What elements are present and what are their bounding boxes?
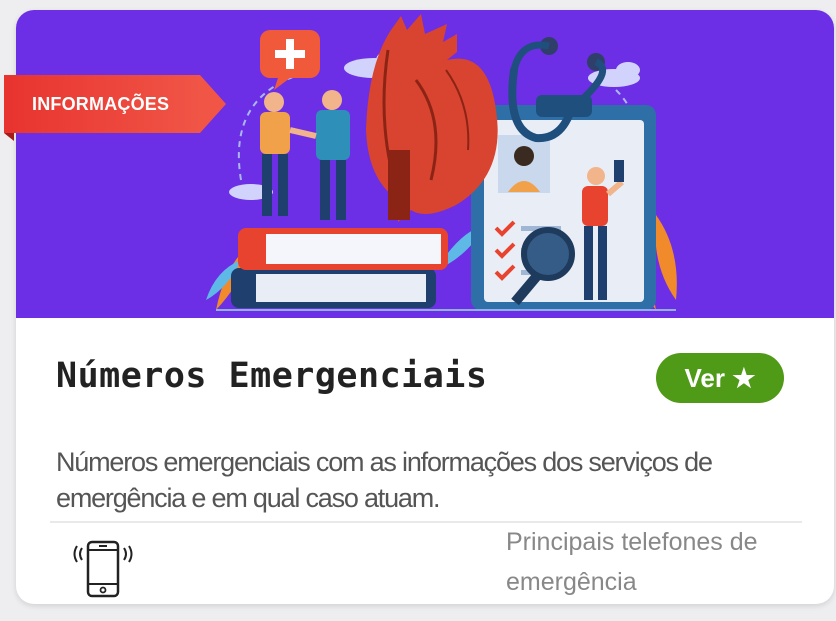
smartphone-vibrate-icon [72,540,134,604]
medical-illustration [206,14,677,311]
card-title: Números Emergenciais [56,356,488,396]
hero-banner [16,10,834,318]
badge-fold [4,133,14,141]
info-badge: INFORMAÇÕES [4,75,226,141]
card-description: Números emergenciais com as informações … [56,447,713,513]
badge-tip [200,75,226,133]
ver-button[interactable]: Ver ★ [656,353,784,403]
badge-label: INFORMAÇÕES [32,94,170,114]
footer-text: Principais telefones de emergência [506,528,758,596]
